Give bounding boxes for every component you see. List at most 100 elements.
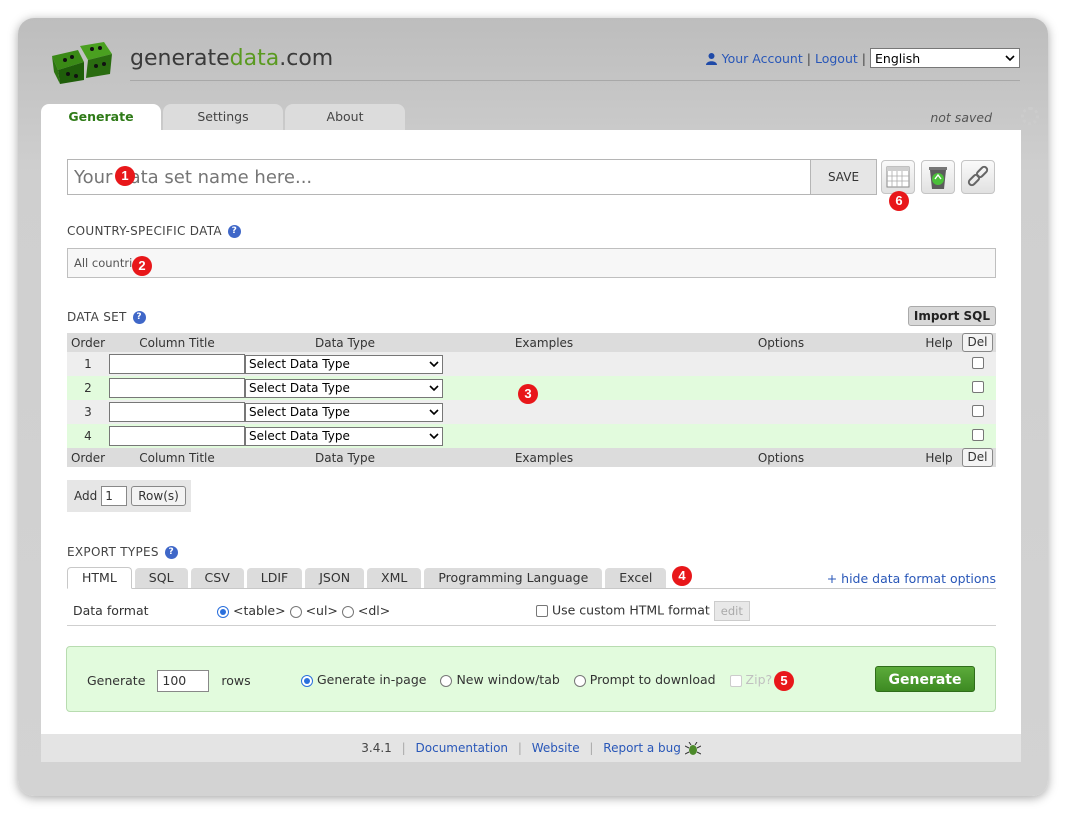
recycle-bin-icon bbox=[929, 167, 947, 189]
data-type-select[interactable]: Select Data Type bbox=[245, 354, 443, 374]
report-bug-link[interactable]: Report a bug bbox=[603, 741, 681, 755]
col-order: Order bbox=[67, 448, 109, 467]
row-delete-checkbox[interactable] bbox=[971, 356, 984, 369]
zip-checkbox[interactable] bbox=[729, 674, 742, 687]
chevron-down-icon bbox=[1005, 54, 1015, 61]
col-options: Options bbox=[643, 333, 919, 352]
col-title: Column Title bbox=[109, 448, 245, 467]
format-table-label: <table> bbox=[232, 603, 286, 618]
logout-link[interactable]: Logout bbox=[815, 51, 858, 66]
footer: 3.4.1 | Documentation | Website | Report… bbox=[41, 734, 1021, 762]
delete-button[interactable]: Del bbox=[961, 333, 994, 352]
link-button[interactable] bbox=[961, 160, 995, 194]
hide-format-options-link[interactable]: + hide data format options bbox=[827, 571, 996, 586]
export-tab-csv[interactable]: CSV bbox=[190, 568, 244, 588]
data-type-value: Select Data Type bbox=[249, 357, 350, 371]
website-link[interactable]: Website bbox=[532, 741, 580, 755]
version-text: 3.4.1 bbox=[361, 741, 392, 755]
generate-in-page-radio[interactable] bbox=[301, 674, 313, 687]
add-label: Add bbox=[74, 489, 98, 503]
column-title-input[interactable] bbox=[109, 426, 245, 446]
col-order: Order bbox=[67, 333, 109, 352]
marker-6: 6 bbox=[889, 191, 909, 211]
help-icon[interactable]: ? bbox=[164, 545, 178, 559]
row-delete-checkbox[interactable] bbox=[971, 428, 984, 441]
loading-spinner-icon bbox=[1021, 107, 1039, 125]
row-delete-checkbox[interactable] bbox=[971, 380, 984, 393]
prompt-download-radio[interactable] bbox=[573, 674, 586, 687]
add-rows-button[interactable]: Row(s) bbox=[131, 486, 186, 506]
prompt-download-label: Prompt to download bbox=[589, 672, 716, 687]
tab-about[interactable]: About bbox=[285, 104, 405, 130]
row-count-input[interactable]: 100 bbox=[157, 670, 210, 692]
help-icon[interactable]: ? bbox=[132, 310, 146, 324]
custom-html-label: Use custom HTML format bbox=[551, 602, 710, 618]
tab-generate[interactable]: Generate bbox=[41, 104, 161, 130]
export-tab-json[interactable]: JSON bbox=[305, 568, 365, 588]
edit-button[interactable]: edit bbox=[713, 601, 750, 621]
your-account-link[interactable]: Your Account bbox=[722, 51, 803, 66]
column-title-input[interactable] bbox=[109, 354, 245, 374]
table-header: Order Column Title Data Type Examples Op… bbox=[67, 333, 996, 352]
data-type-value: Select Data Type bbox=[249, 405, 350, 419]
marker-2: 2 bbox=[132, 256, 152, 276]
calendar-icon bbox=[886, 166, 910, 188]
format-table-radio[interactable] bbox=[217, 605, 229, 618]
import-sql-button[interactable]: Import SQL bbox=[907, 306, 996, 326]
column-title-input[interactable] bbox=[109, 402, 245, 422]
col-help: Help bbox=[919, 333, 959, 352]
export-tab-sql[interactable]: SQL bbox=[134, 568, 188, 588]
chevron-down-icon bbox=[429, 408, 439, 415]
delete-button[interactable]: Del bbox=[961, 448, 994, 467]
generate-button[interactable]: Generate bbox=[875, 666, 975, 692]
tab-settings[interactable]: Settings bbox=[163, 104, 283, 130]
help-icon[interactable]: ? bbox=[227, 224, 241, 238]
add-rows-count-input[interactable]: 1 bbox=[101, 486, 128, 506]
row-order: 2 bbox=[67, 376, 109, 400]
export-tab-ldif[interactable]: LDIF bbox=[246, 568, 303, 588]
calendar-button[interactable] bbox=[881, 160, 915, 194]
marker-5: 5 bbox=[774, 671, 794, 691]
logo-wordmark: generatedata.com bbox=[130, 46, 334, 71]
new-window-radio[interactable] bbox=[440, 674, 453, 687]
dice-logo-icon bbox=[52, 42, 112, 84]
dataset-heading: DATA SET ? bbox=[67, 310, 146, 324]
export-tab-xml[interactable]: XML bbox=[367, 568, 422, 588]
data-type-select[interactable]: Select Data Type bbox=[245, 378, 443, 398]
user-icon bbox=[705, 52, 717, 65]
format-dl-radio[interactable] bbox=[341, 605, 354, 618]
dataset-name-input[interactable] bbox=[68, 166, 808, 188]
chain-link-icon bbox=[967, 165, 989, 187]
language-select[interactable]: English bbox=[870, 48, 1020, 68]
column-title-input[interactable] bbox=[109, 378, 245, 398]
language-value: English bbox=[875, 50, 921, 66]
col-help: Help bbox=[919, 448, 959, 467]
data-type-select[interactable]: Select Data Type bbox=[245, 426, 443, 446]
generate-prefix: Generate bbox=[87, 673, 146, 688]
row-order: 4 bbox=[67, 424, 109, 448]
documentation-link[interactable]: Documentation bbox=[416, 741, 509, 755]
export-tab-programming-language[interactable]: Programming Language bbox=[424, 568, 603, 588]
new-window-label: New window/tab bbox=[456, 672, 560, 687]
save-status: not saved bbox=[930, 110, 992, 125]
chevron-down-icon bbox=[429, 432, 439, 439]
save-button[interactable]: SAVE bbox=[810, 160, 876, 194]
row-order: 1 bbox=[67, 352, 109, 376]
col-options: Options bbox=[643, 448, 919, 467]
format-ul-radio[interactable] bbox=[289, 605, 302, 618]
header-divider bbox=[130, 80, 1020, 81]
export-tab-html[interactable]: HTML bbox=[67, 567, 132, 589]
export-tab-excel[interactable]: Excel bbox=[605, 568, 667, 588]
recycle-bin-button[interactable] bbox=[921, 160, 955, 194]
bug-icon bbox=[684, 741, 701, 755]
data-type-select[interactable]: Select Data Type bbox=[245, 402, 443, 422]
country-heading: COUNTRY-SPECIFIC DATA ? bbox=[67, 224, 241, 238]
generate-panel: Generate 100 rows Generate in-page New w… bbox=[66, 646, 996, 712]
row-delete-checkbox[interactable] bbox=[971, 404, 984, 417]
col-title: Column Title bbox=[109, 333, 245, 352]
account-bar: Your Account | Logout | English bbox=[705, 48, 1020, 68]
custom-html-checkbox[interactable] bbox=[536, 605, 548, 617]
col-examples: Examples bbox=[445, 448, 643, 467]
data-format-row: Data format <table> <ul> <dl> Use custom… bbox=[67, 596, 996, 626]
country-selector[interactable]: All countries bbox=[67, 248, 996, 278]
